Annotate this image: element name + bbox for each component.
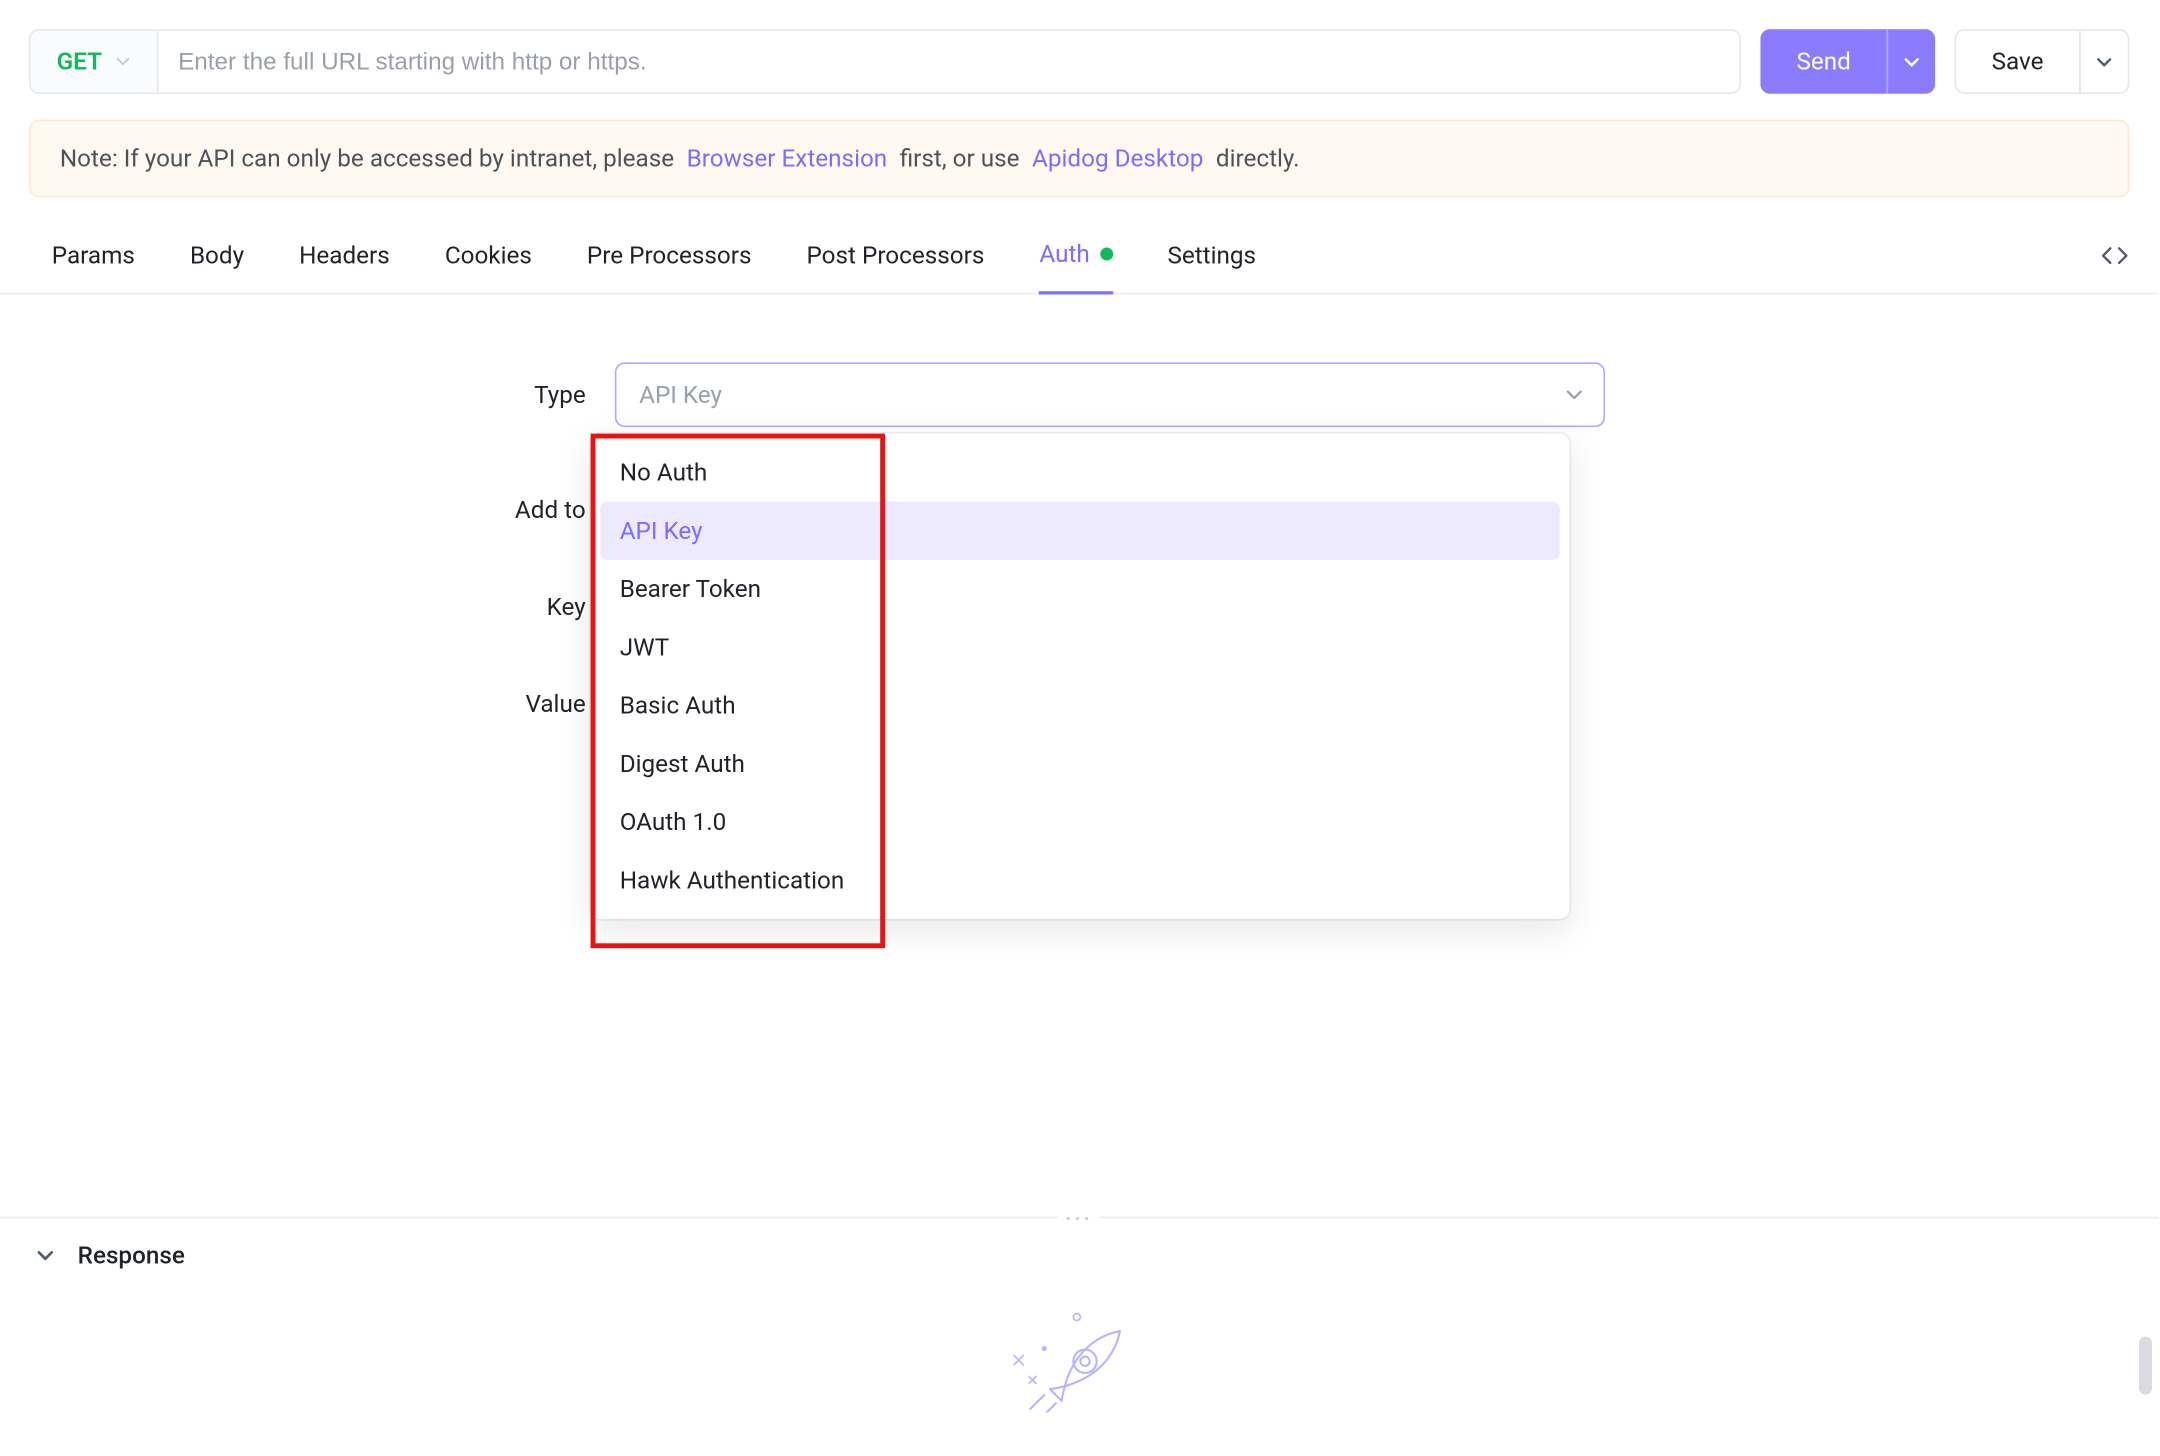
url-input[interactable]: [159, 31, 1740, 92]
rocket-icon: [966, 1296, 1193, 1412]
auth-type-row: Type API Key: [469, 362, 2042, 427]
auth-type-option[interactable]: JWT: [600, 618, 1559, 676]
browser-extension-link[interactable]: Browser Extension: [687, 144, 888, 173]
request-bar: GET Send Save: [0, 0, 2158, 110]
send-button[interactable]: Send: [1761, 29, 1887, 94]
drag-handle-icon: ...: [1059, 1202, 1100, 1226]
auth-type-value: API Key: [639, 380, 722, 409]
auth-type-option[interactable]: Digest Auth: [600, 735, 1559, 793]
tab-settings[interactable]: Settings: [1167, 217, 1256, 293]
tab-post-processors[interactable]: Post Processors: [807, 217, 985, 293]
tab-cookies[interactable]: Cookies: [445, 217, 532, 293]
response-header-label: Response: [78, 1241, 185, 1270]
chevron-down-icon: [115, 53, 131, 69]
tab-auth[interactable]: Auth: [1039, 217, 1112, 295]
request-tabs-row: Params Body Headers Cookies Pre Processo…: [0, 217, 2158, 295]
auth-type-label: Type: [469, 380, 585, 409]
response-placeholder: [0, 1296, 2158, 1412]
chevron-down-icon: [1565, 385, 1584, 404]
url-combo: GET: [29, 29, 1741, 94]
auth-type-option[interactable]: No Auth: [600, 443, 1559, 501]
chevron-down-icon: [2095, 53, 2113, 71]
tab-body[interactable]: Body: [190, 217, 244, 293]
status-dot-icon: [1100, 248, 1113, 261]
banner-prefix: Note: If your API can only be accessed b…: [60, 144, 674, 173]
auth-addto-label: Add to: [469, 495, 585, 524]
request-tabs: Params Body Headers Cookies Pre Processo…: [52, 217, 1256, 293]
banner-mid: first, or use: [900, 144, 1020, 173]
auth-type-option[interactable]: OAuth 1.0: [600, 793, 1559, 851]
intranet-note-banner: Note: If your API can only be accessed b…: [29, 120, 2129, 198]
split-divider[interactable]: ...: [0, 1217, 2158, 1219]
code-view-button[interactable]: [2100, 218, 2129, 292]
save-button[interactable]: Save: [1956, 31, 2079, 92]
chevron-down-icon: [1903, 53, 1921, 71]
auth-type-option[interactable]: Hawk Authentication: [600, 851, 1559, 909]
auth-type-option[interactable]: Basic Auth: [600, 676, 1559, 734]
save-dropdown[interactable]: [2079, 31, 2128, 92]
auth-type-dropdown[interactable]: No AuthAPI KeyBearer TokenJWTBasic AuthD…: [591, 434, 1570, 919]
auth-panel: Type API Key Add to Key Value No AuthAPI…: [0, 294, 2158, 1200]
response-section-header[interactable]: Response: [0, 1218, 2158, 1283]
save-splitbutton: Save: [1954, 29, 2129, 94]
auth-type-option[interactable]: Bearer Token: [600, 560, 1559, 618]
banner-suffix: directly.: [1216, 144, 1300, 173]
auth-type-select[interactable]: API Key: [615, 362, 1605, 427]
apidog-desktop-link[interactable]: Apidog Desktop: [1032, 144, 1203, 173]
tab-headers[interactable]: Headers: [299, 217, 390, 293]
http-method-select[interactable]: GET: [31, 31, 159, 92]
scrollbar-thumb[interactable]: [2139, 1336, 2152, 1394]
save-label: Save: [1992, 47, 2044, 76]
tab-pre-processors[interactable]: Pre Processors: [587, 217, 752, 293]
auth-value-label: Value: [469, 689, 585, 718]
chevron-down-icon: [36, 1246, 55, 1265]
code-icon: [2100, 240, 2129, 269]
http-method-label: GET: [57, 47, 102, 76]
auth-type-option[interactable]: API Key: [600, 502, 1559, 560]
send-dropdown[interactable]: [1886, 29, 1935, 94]
tab-params[interactable]: Params: [52, 217, 135, 293]
send-label: Send: [1796, 47, 1850, 76]
auth-key-label: Key: [469, 592, 585, 621]
send-splitbutton: Send: [1761, 29, 1935, 94]
